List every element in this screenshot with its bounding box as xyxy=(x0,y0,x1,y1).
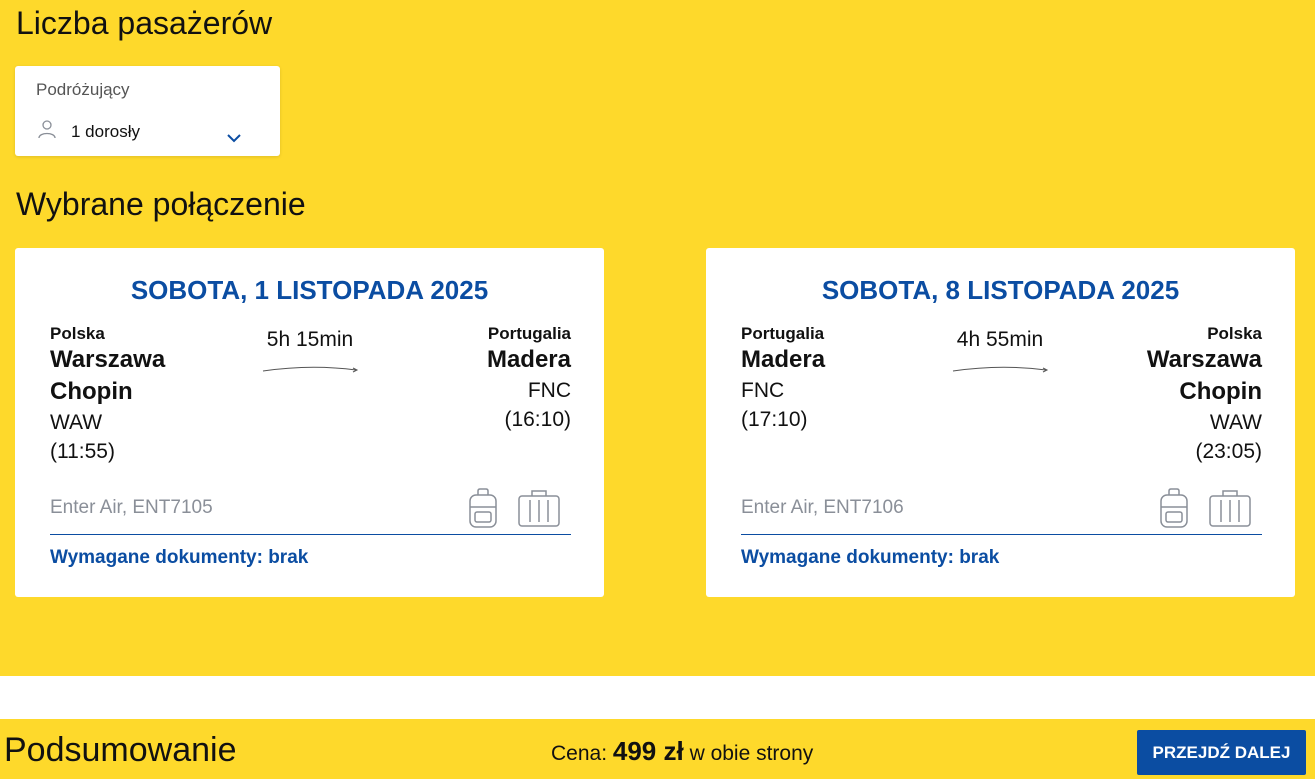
flight-number: Enter Air, ENT7105 xyxy=(50,497,213,518)
spacer-band xyxy=(0,676,1315,719)
outbound-flight-card: SOBOTA, 1 LISTOPADA 2025 Polska Warszawa… xyxy=(15,248,604,597)
divider xyxy=(741,534,1262,535)
departure-code: WAW xyxy=(50,411,103,435)
divider xyxy=(50,534,571,535)
price-suffix: w obie strony xyxy=(689,742,814,765)
price-summary: Cena: 499 zł w obie strony xyxy=(551,736,813,767)
departure-country: Polska xyxy=(50,324,105,343)
summary-title: Podsumowanie xyxy=(4,731,237,769)
suitcase-icon xyxy=(518,490,560,527)
backpack-icon xyxy=(1160,488,1188,528)
arrival-code: WAW xyxy=(1209,411,1262,435)
arrow-right-icon xyxy=(952,366,1049,373)
departure-city: Warszawa Chopin xyxy=(50,346,166,406)
departure-info: Polska Warszawa Chopin WAW (11:55) xyxy=(50,324,180,466)
arrival-info: Polska Warszawa Chopin WAW (23:05) xyxy=(1132,324,1262,466)
arrival-country: Polska xyxy=(1207,324,1262,343)
departure-time: (17:10) xyxy=(741,408,808,432)
passengers-title: Liczba pasażerów xyxy=(16,5,273,41)
required-documents-link[interactable]: Wymagane dokumenty: brak xyxy=(741,547,999,569)
price-label: Cena: xyxy=(551,742,608,765)
departure-code: FNC xyxy=(741,379,785,403)
departure-info: Portugalia Madera FNC (17:10) xyxy=(741,324,871,434)
arrival-info: Portugalia Madera FNC (16:10) xyxy=(441,324,571,434)
arrival-code: FNC xyxy=(527,379,571,403)
flight-number: Enter Air, ENT7106 xyxy=(741,497,904,518)
passengers-value: 1 dorosły xyxy=(71,122,140,141)
passengers-dropdown[interactable]: Podróżujący 1 dorosły xyxy=(15,66,280,156)
price-value: 499 zł xyxy=(612,736,684,766)
departure-city: Madera xyxy=(741,346,826,374)
arrival-time: (16:10) xyxy=(504,408,571,432)
departure-country: Portugalia xyxy=(741,324,825,343)
passengers-label: Podróżujący xyxy=(36,80,130,99)
flight-duration: 5h 15min xyxy=(266,328,354,351)
arrival-time: (23:05) xyxy=(1195,440,1262,464)
required-documents-link[interactable]: Wymagane dokumenty: brak xyxy=(50,547,308,569)
return-flight-card: SOBOTA, 8 LISTOPADA 2025 Portugalia Made… xyxy=(706,248,1295,597)
backpack-icon xyxy=(469,488,497,528)
chevron-down-icon[interactable] xyxy=(226,133,242,143)
next-button[interactable]: PRZEJDŹ DALEJ xyxy=(1137,730,1306,775)
arrival-city: Madera xyxy=(486,346,571,374)
arrival-city: Warszawa Chopin xyxy=(1146,346,1262,406)
flight-duration: 4h 55min xyxy=(956,328,1044,351)
flight-date: SOBOTA, 8 LISTOPADA 2025 xyxy=(821,275,1180,305)
suitcase-icon xyxy=(1209,490,1251,527)
departure-time: (11:55) xyxy=(50,440,115,464)
connection-title: Wybrane połączenie xyxy=(16,186,306,222)
arrow-right-icon xyxy=(262,366,359,373)
person-icon xyxy=(38,120,56,139)
arrival-country: Portugalia xyxy=(487,324,571,343)
flight-date: SOBOTA, 1 LISTOPADA 2025 xyxy=(130,275,489,305)
